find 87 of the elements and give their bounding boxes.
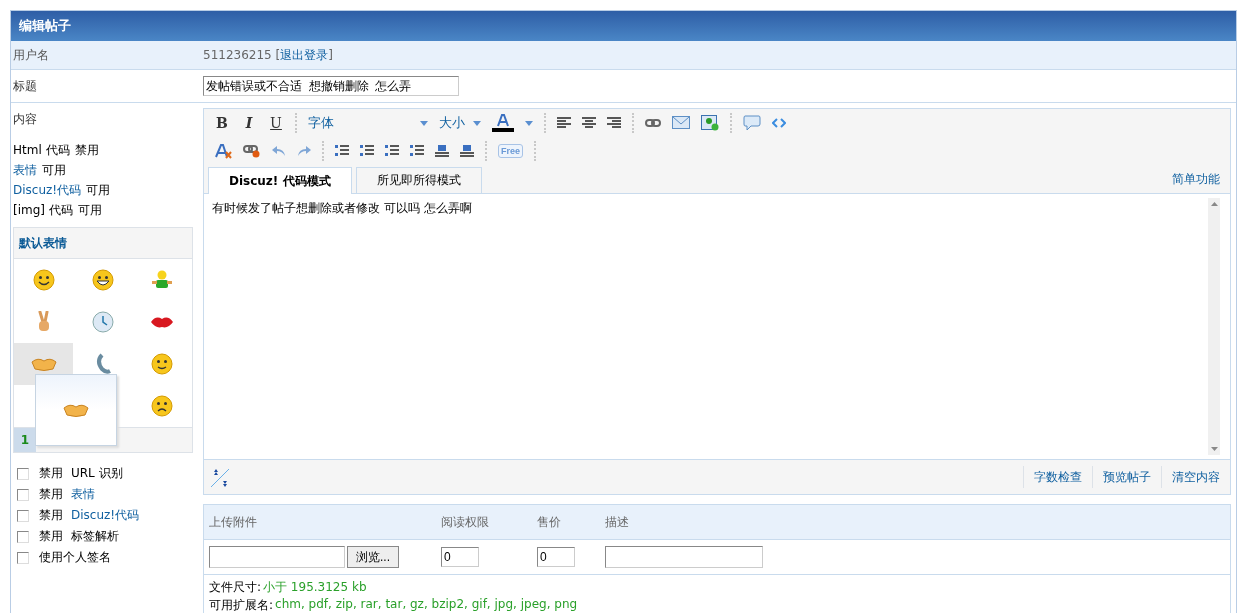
scroll-down-icon[interactable] <box>1210 447 1218 451</box>
bracket-text: ] <box>328 48 333 62</box>
file-input[interactable] <box>209 546 345 568</box>
permission-status: 可用 <box>42 162 66 179</box>
float-image-icon[interactable] <box>435 145 449 157</box>
resize-icon[interactable] <box>210 466 230 488</box>
info-value: 小于 195.3125 kb <box>263 579 367 596</box>
permission-status: 可用 <box>86 182 111 199</box>
permission-input[interactable]: 0 <box>441 547 479 567</box>
option-label: 使用个人签名 <box>39 549 111 566</box>
option-label: 禁用 <box>39 465 63 482</box>
subject-input[interactable]: 发帖错误或不合适 想撤销删除 怎么弄 <box>203 76 459 96</box>
browse-button[interactable]: 浏览... <box>347 546 399 568</box>
field-label: 用户名 <box>13 47 49 62</box>
option-label: 禁用 <box>39 507 63 524</box>
price-input[interactable]: 0 <box>537 547 575 567</box>
redo-icon[interactable] <box>297 145 311 157</box>
panel-title: 默认表情 <box>19 234 67 252</box>
mode-tab[interactable]: 所见即所得模式 <box>355 167 482 193</box>
option-link[interactable]: Discuz!代码 <box>71 507 140 524</box>
field-label: 标题 <box>13 78 37 93</box>
smiley-icon[interactable] <box>151 353 174 375</box>
align-icon[interactable] <box>582 117 596 129</box>
column-header: 售价 <box>537 513 562 531</box>
option-label: 禁用 <box>39 528 63 545</box>
unlink-icon[interactable] <box>243 144 261 158</box>
checkbox[interactable] <box>17 467 29 480</box>
clear-format-icon[interactable] <box>214 143 232 159</box>
column-header: 描述 <box>605 513 629 531</box>
email-icon[interactable] <box>672 115 690 131</box>
lips-icon[interactable] <box>150 315 175 329</box>
column-header: 阅读权限 <box>441 513 490 531</box>
clock-icon[interactable] <box>92 311 114 333</box>
font-select[interactable]: 字体 <box>308 114 428 132</box>
checkbox[interactable] <box>17 530 29 543</box>
code-icon[interactable] <box>772 118 786 128</box>
footer-link[interactable]: 预览帖子 <box>1092 466 1161 488</box>
window-title: 编辑帖子 <box>19 17 71 35</box>
link-icon[interactable] <box>645 118 661 128</box>
option-label: 标签解析 <box>71 528 119 545</box>
scrollbar[interactable] <box>1208 198 1220 455</box>
permission-link[interactable]: 表情 <box>13 162 37 179</box>
align-icon[interactable] <box>557 117 571 129</box>
checkbox[interactable] <box>17 488 29 501</box>
content-text: 有时候发了帖子想删除或者修改 可以吗 怎么弄啊 <box>212 201 472 215</box>
caret-icon[interactable] <box>525 120 533 126</box>
description-input[interactable] <box>605 546 763 568</box>
option-link[interactable]: 表情 <box>71 486 95 503</box>
caret-icon <box>473 120 481 126</box>
permission-name: Html 代码 <box>13 142 70 159</box>
sad-face-icon[interactable] <box>151 395 174 417</box>
align-icon[interactable] <box>607 117 621 129</box>
checkbox[interactable] <box>17 509 29 522</box>
permission-status: 禁用 <box>74 142 99 159</box>
text-color-icon[interactable] <box>492 113 514 133</box>
figure-icon[interactable] <box>151 270 174 290</box>
checkbox[interactable] <box>17 551 29 564</box>
smiley-icon[interactable] <box>32 269 55 291</box>
smiley-icon[interactable] <box>92 269 114 291</box>
info-label: 文件尺寸: <box>209 579 262 596</box>
content-textarea[interactable]: 有时候发了帖子想删除或者修改 可以吗 怎么弄啊 <box>204 194 1230 460</box>
speech-bubble-icon[interactable] <box>743 115 761 131</box>
field-label: 内容 <box>13 111 38 128</box>
caret-icon <box>420 120 428 126</box>
info-label: 可用扩展名: <box>209 597 274 613</box>
size-select[interactable]: 大小 <box>439 114 481 132</box>
permission-status: 可用 <box>77 202 102 219</box>
scroll-up-icon[interactable] <box>1210 202 1218 206</box>
bullet-list-icon[interactable] <box>360 145 374 157</box>
format-button[interactable]: I <box>241 115 257 131</box>
username-text: 511236215 [ <box>203 48 281 62</box>
logout-link[interactable]: 退出登录 <box>280 46 329 64</box>
footer-link[interactable]: 字数检查 <box>1023 466 1092 488</box>
option-label: 禁用 <box>39 486 63 503</box>
info-value: chm, pdf, zip, rar, tar, gz, bzip2, gif, jpg, jpeg, png <box>275 597 578 613</box>
format-button[interactable]: B <box>214 115 230 131</box>
permission-name: [img] 代码 <box>13 202 73 219</box>
float-image-icon[interactable] <box>460 145 474 157</box>
format-button[interactable]: U <box>268 115 284 131</box>
image-icon[interactable] <box>701 115 719 131</box>
column-header: 上传附件 <box>208 513 258 531</box>
mode-tab[interactable]: Discuz! 代码模式 <box>208 167 352 194</box>
permission-link[interactable]: Discuz!代码 <box>13 182 82 199</box>
option-label: URL 识别 <box>71 465 123 482</box>
simple-mode-link[interactable]: 简单功能 <box>1172 170 1220 188</box>
undo-icon[interactable] <box>272 145 286 157</box>
footer-link[interactable]: 清空内容 <box>1161 466 1230 488</box>
